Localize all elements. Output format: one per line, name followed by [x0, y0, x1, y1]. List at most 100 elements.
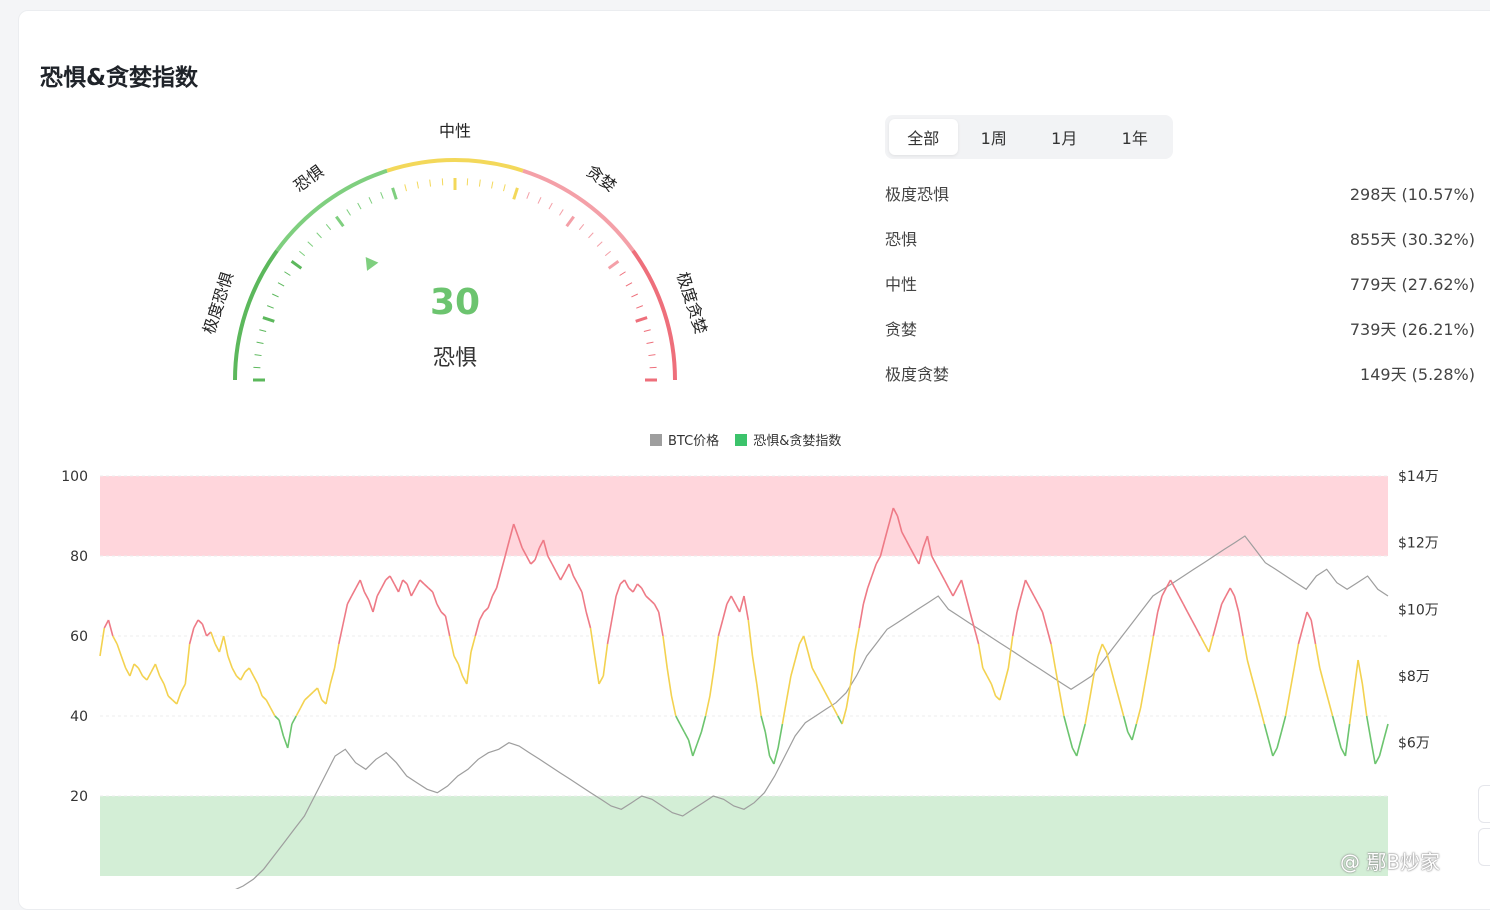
fear-greed-segment — [1226, 588, 1230, 596]
gauge-tick — [626, 283, 632, 286]
fear-greed-segment — [113, 636, 117, 644]
fear-greed-segment — [428, 588, 432, 592]
fear-greed-segment — [1166, 580, 1170, 588]
fear-greed-segment — [838, 716, 842, 724]
fear-greed-chart: 10080604020$14万$12万$10万$8万$6万 — [0, 455, 1490, 889]
fear-greed-segment — [198, 620, 202, 624]
scroll-up-button[interactable] — [1478, 785, 1490, 823]
fear-greed-segment — [488, 596, 492, 608]
fear-greed-segment — [1196, 628, 1200, 636]
fear-greed-segment — [714, 636, 718, 668]
fear-greed-segment — [527, 556, 531, 564]
fear-greed-segment — [1158, 596, 1162, 612]
fear-greed-segment — [565, 564, 569, 572]
legend-item-btc-price[interactable]: BTC价格 — [650, 430, 719, 449]
fear-greed-segment — [352, 588, 356, 596]
fear-greed-segment — [288, 724, 292, 748]
fear-greed-segment — [979, 644, 983, 668]
fear-greed-segment — [1102, 644, 1106, 652]
fear-greed-segment — [642, 588, 646, 596]
gauge-tick — [369, 197, 372, 203]
gauge-tick — [605, 251, 610, 255]
fear-greed-segment — [347, 596, 351, 604]
tab-1-month[interactable]: 1月 — [1030, 119, 1099, 155]
chart-legend: BTC价格 恐惧&贪婪指数 — [650, 430, 841, 449]
gauge-tick — [647, 342, 654, 343]
fear-greed-segment — [181, 684, 185, 692]
fear-greed-segment — [382, 580, 386, 588]
fear-greed-segment — [441, 612, 445, 616]
gauge-tick — [284, 272, 290, 276]
fear-greed-segment — [672, 696, 676, 716]
fear-greed-segment — [1303, 612, 1307, 628]
fear-greed-segment — [859, 604, 863, 628]
fear-greed-segment — [138, 668, 142, 676]
fear-greed-segment — [1307, 612, 1311, 620]
fear-greed-segment — [480, 612, 484, 620]
fear-greed-segment — [1358, 660, 1362, 684]
fear-greed-segment — [1252, 676, 1256, 692]
fear-greed-segment — [1320, 668, 1324, 684]
fear-greed-segment — [693, 744, 697, 756]
fear-greed-segment — [1209, 636, 1213, 652]
fear-greed-segment — [1141, 684, 1145, 708]
fear-greed-segment — [1286, 692, 1290, 716]
fear-greed-segment — [1333, 716, 1337, 732]
fear-greed-segment — [595, 656, 599, 684]
gauge-tick — [559, 209, 563, 215]
fear-greed-segment — [548, 556, 552, 564]
gauge-tick — [257, 342, 264, 343]
fear-greed-segment — [1072, 748, 1076, 756]
fear-greed-segment — [471, 636, 475, 652]
fear-greed-segment — [241, 672, 245, 680]
gauge-tick — [636, 306, 643, 309]
fear-greed-segment — [1294, 644, 1298, 668]
fear-greed-segment — [680, 724, 684, 732]
y-left-tick: 80 — [70, 549, 88, 565]
fear-greed-segment — [1124, 716, 1128, 732]
fear-greed-segment — [164, 684, 168, 696]
fear-greed-segment — [629, 588, 633, 592]
watermark-text: @ 鄢B炒家 — [1340, 846, 1440, 875]
gauge-zone-label: 中性 — [439, 122, 471, 141]
fear-greed-segment — [799, 636, 803, 644]
fear-greed-segment — [1000, 684, 1004, 700]
tab-1-week[interactable]: 1周 — [960, 119, 1029, 155]
fear-greed-segment — [211, 632, 215, 644]
fear-greed-segment — [646, 596, 650, 600]
fear-greed-segment — [1354, 660, 1358, 692]
fear-greed-segment — [582, 592, 586, 612]
fear-greed-segment — [1060, 692, 1064, 716]
fear-greed-segment — [151, 664, 155, 672]
stat-row-extreme-fear: 极度恐惧 298天 (10.57%) — [885, 170, 1475, 215]
fear-greed-segment — [160, 676, 164, 684]
fear-greed-segment — [1119, 700, 1123, 716]
fear-greed-segment — [194, 620, 198, 628]
fear-greed-segment — [228, 656, 232, 668]
fear-greed-segment — [1064, 716, 1068, 732]
legend-item-fear-greed[interactable]: 恐惧&贪婪指数 — [735, 430, 841, 449]
fear-greed-segment — [945, 580, 949, 588]
tab-all[interactable]: 全部 — [889, 119, 958, 155]
fear-greed-segment — [207, 632, 211, 636]
fear-greed-segment — [787, 676, 791, 700]
fear-greed-segment — [552, 564, 556, 572]
fear-greed-segment — [245, 668, 249, 672]
fear-greed-segment — [1038, 604, 1042, 612]
fear-greed-segment — [1222, 596, 1226, 604]
fear-greed-segment — [386, 576, 390, 580]
fear-greed-segment — [399, 580, 403, 592]
fear-greed-segment — [1269, 740, 1273, 756]
gauge-tick — [299, 251, 304, 255]
fear-greed-segment — [1090, 676, 1094, 700]
fear-greed-segment — [1051, 644, 1055, 668]
fear-greed-segment — [1367, 716, 1371, 740]
gauge-tick — [405, 184, 407, 191]
tab-1-year[interactable]: 1年 — [1101, 119, 1170, 155]
fear-greed-segment — [309, 692, 313, 696]
scroll-down-button[interactable] — [1478, 828, 1490, 866]
fear-greed-segment — [855, 628, 859, 652]
gauge-zone-label: 极度贪婪 — [673, 270, 711, 337]
gauge-tick — [588, 233, 593, 238]
fear-greed-segment — [915, 556, 919, 564]
